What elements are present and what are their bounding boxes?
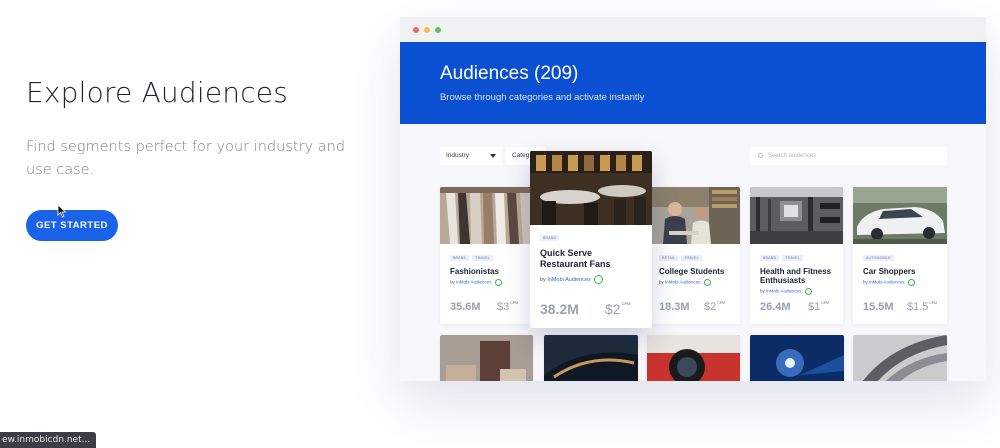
tag: AUTOMOBILE xyxy=(863,255,894,261)
card-provider-prefix: by xyxy=(760,288,765,294)
audiences-subtitle: Browse through categories and activate i… xyxy=(440,92,645,103)
gym-equipment-photo xyxy=(750,187,843,244)
card-provider-prefix: by xyxy=(659,279,664,285)
status-bar-url: ew.inmobicdn.net... xyxy=(0,432,97,448)
window-minimize-dot-icon xyxy=(424,27,430,33)
audiences-browser-mockup: Audiences (209) Browse through categorie… xyxy=(400,17,986,381)
white-car-photo xyxy=(853,187,947,244)
chevron-down-icon xyxy=(490,154,496,158)
card-provider-name: InMobi Audiences xyxy=(665,279,701,285)
card-provider-name: InMobi Audiences xyxy=(766,288,802,294)
card-price-value: $1.5 xyxy=(907,301,929,313)
card-name: Quick Serve Restaurant Fans xyxy=(540,248,611,269)
tag: TRAVEL xyxy=(472,255,493,261)
card-tags: BRAND TRAVEL xyxy=(450,255,493,261)
card-price: $2CPM xyxy=(605,301,630,317)
industry-dropdown[interactable]: Industry xyxy=(440,147,502,165)
search-placeholder: Search audiences xyxy=(768,153,817,159)
card-price-value: $2 xyxy=(605,301,621,317)
card-tags: RETAIL TRAVEL xyxy=(659,255,702,261)
card-price-value: $2 xyxy=(704,301,717,313)
architecture-photo xyxy=(853,335,947,381)
car-interior-photo xyxy=(544,335,638,381)
audience-card-row2-3[interactable] xyxy=(647,335,740,381)
tag: BRAND xyxy=(760,255,780,261)
browser-titlebar xyxy=(400,17,986,42)
audience-card-car-shoppers[interactable]: AUTOMOBILE Car Shoppers by InMobi Audien… xyxy=(853,187,947,324)
audience-card-fashionistas[interactable]: BRAND TRAVEL Fashionistas by InMobi Audi… xyxy=(440,187,531,324)
verified-check-icon xyxy=(494,279,502,286)
audience-card-row2-4[interactable] xyxy=(750,335,844,381)
card-provider-prefix: by xyxy=(450,279,455,285)
students-library-photo xyxy=(649,187,740,244)
card-price-unit: CPM xyxy=(621,301,631,306)
tag: RETAIL xyxy=(659,255,679,261)
audiences-title: Audiences (209) xyxy=(440,63,579,84)
clothing-rack-photo xyxy=(440,187,531,244)
industry-dropdown-label: Industry xyxy=(446,152,470,159)
search-audiences-input[interactable]: Search audiences xyxy=(750,147,947,165)
get-started-button[interactable]: GET STARTED xyxy=(26,210,118,241)
tag: TRAVEL xyxy=(782,255,803,261)
verified-check-icon xyxy=(907,279,915,286)
audience-card-row2-1[interactable] xyxy=(440,335,533,381)
card-provider: by InMobi Audiences xyxy=(659,279,711,286)
audience-card-health-and-fitness-enthusiasts[interactable]: BRAND TRAVEL Health and Fitness Enthusia… xyxy=(750,187,843,324)
card-provider: by InMobi Audiences xyxy=(540,275,604,284)
tag: BRAND xyxy=(540,235,560,241)
card-provider: by InMobi Audiences xyxy=(760,288,812,295)
hero-subtitle: Find segments perfect for your industry … xyxy=(26,139,345,178)
audience-card-row2-5[interactable] xyxy=(853,335,947,381)
window-close-dot-icon xyxy=(413,27,419,33)
card-price: $3CPM xyxy=(497,301,518,313)
boxes-photo xyxy=(440,335,533,381)
camera-photo xyxy=(647,335,740,381)
card-price: $1CPM xyxy=(808,301,829,313)
card-provider: by InMobi Audiences xyxy=(450,279,502,286)
card-price-value: $1 xyxy=(808,301,821,313)
card-provider-prefix: by xyxy=(863,279,868,285)
restaurant-interior-photo xyxy=(530,151,652,225)
card-reach: 18.3M xyxy=(659,301,690,313)
card-price: $2CPM xyxy=(704,301,725,313)
verified-check-icon xyxy=(703,279,711,286)
window-maximize-dot-icon xyxy=(435,27,441,33)
card-name: College Students xyxy=(659,267,725,276)
card-price-unit: CPM xyxy=(510,301,519,305)
search-icon xyxy=(758,153,763,158)
card-provider-name: InMobi Audiences xyxy=(547,276,591,283)
card-provider-prefix: by xyxy=(540,276,546,283)
card-reach: 38.2M xyxy=(540,301,579,317)
audience-card-row2-2[interactable] xyxy=(544,335,638,381)
audience-card-college-students[interactable]: RETAIL TRAVEL College Students by InMobi… xyxy=(649,187,740,324)
card-reach: 26.4M xyxy=(760,301,791,313)
card-provider: by InMobi Audiences xyxy=(863,279,915,286)
mouse-cursor-icon xyxy=(57,204,67,218)
card-provider-name: InMobi Audiences xyxy=(456,279,492,285)
card-name: Health and Fitness Enthusiasts xyxy=(760,267,832,285)
audiences-header: Audiences (209) Browse through categorie… xyxy=(400,42,986,124)
card-provider-name: InMobi Audiences xyxy=(869,279,905,285)
technology-photo xyxy=(750,335,844,381)
card-price-value: $3 xyxy=(497,301,510,313)
card-reach: 35.6M xyxy=(450,301,481,313)
hero-title: Explore Audiences xyxy=(26,76,289,109)
card-reach: 15.5M xyxy=(863,301,894,313)
card-name: Fashionistas xyxy=(450,267,499,276)
verified-check-icon xyxy=(594,275,604,284)
card-tags: AUTOMOBILE xyxy=(863,255,894,261)
card-tags: BRAND xyxy=(540,235,560,241)
tag: BRAND xyxy=(450,255,470,261)
audience-card-quick-serve-restaurant-fans[interactable]: BRAND Quick Serve Restaurant Fans by InM… xyxy=(530,151,652,328)
card-price: $1.5CPM xyxy=(907,301,937,313)
card-name: Car Shoppers xyxy=(863,267,916,276)
tag: TRAVEL xyxy=(681,255,702,261)
category-dropdown-label: Categ xyxy=(512,152,530,159)
card-price-unit: CPM xyxy=(929,301,938,305)
card-tags: BRAND TRAVEL xyxy=(760,255,803,261)
verified-check-icon xyxy=(804,288,812,295)
card-price-unit: CPM xyxy=(717,301,726,305)
card-price-unit: CPM xyxy=(821,301,830,305)
